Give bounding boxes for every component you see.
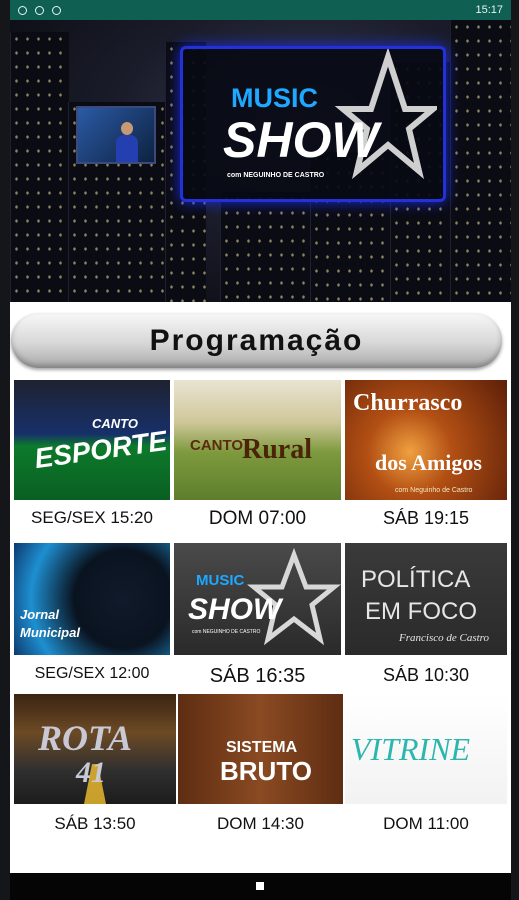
thumb-text: 41 [75, 756, 106, 789]
program-card[interactable]: CANTO Rural DOM 07:00 [174, 380, 341, 532]
thumb-text: SISTEMA [226, 739, 298, 756]
logo-credit-text: com NEGUINHO DE CASTRO [227, 172, 325, 179]
program-card[interactable]: POLÍTICA EM FOCO Francisco de Castro SÁB… [345, 543, 507, 693]
program-card[interactable]: VITRINE DOM 11:00 [345, 694, 507, 840]
program-time: SEG/SEX 15:20 [31, 508, 153, 527]
thumb-text: VITRINE [351, 731, 471, 767]
thumb-text: Municipal [20, 625, 80, 640]
thumb-text: Churrasco [353, 390, 462, 416]
thumb-text: com NEGUINHO DE CASTRO [192, 629, 260, 635]
program-thumbnail: MUSIC SHOW com NEGUINHO DE CASTRO [174, 543, 341, 655]
thumb-text: Francisco de Castro [398, 632, 490, 644]
thumb-text: com Neguinho de Castro [395, 487, 473, 494]
thumb-text: ESPORTE [32, 425, 170, 474]
program-card[interactable]: ROTA 41 SÁB 13:50 [14, 694, 176, 840]
program-card[interactable]: MUSIC SHOW com NEGUINHO DE CASTRO SÁB 16… [174, 543, 341, 693]
programacao-title: Programação [149, 323, 364, 357]
programacao-header[interactable]: Programação [11, 313, 502, 368]
presenter-figure [116, 122, 138, 162]
thumb-text: CANTO [190, 437, 243, 454]
program-time: DOM 14:30 [217, 814, 304, 833]
navigation-bar [10, 873, 511, 900]
presenter-video[interactable] [76, 106, 156, 164]
logo-show-text: SHOW [223, 112, 382, 168]
home-button[interactable] [256, 882, 264, 890]
program-card[interactable]: CANTO ESPORTE SEG/SEX 15:20 [14, 380, 170, 532]
program-thumbnail: SISTEMA BRUTO [178, 694, 343, 804]
program-thumbnail: Churrasco dos Amigos com Neguinho de Cas… [345, 380, 507, 500]
program-card[interactable]: Churrasco dos Amigos com Neguinho de Cas… [345, 380, 507, 532]
status-time: 15:17 [475, 4, 503, 16]
notification-icon [18, 5, 27, 15]
program-thumbnail: CANTO Rural [174, 380, 341, 500]
music-show-logo: MUSIC SHOW com NEGUINHO DE CASTRO [180, 46, 446, 202]
logo-music-text: MUSIC [231, 83, 318, 113]
thumb-text: SHOW [188, 593, 284, 626]
thumb-text: BRUTO [220, 756, 312, 786]
program-time: DOM 07:00 [208, 508, 307, 529]
notification-icon [52, 5, 61, 15]
program-thumbnail: VITRINE [345, 694, 507, 804]
program-time: SÁB 13:50 [54, 814, 136, 833]
program-thumbnail: CANTO ESPORTE [14, 380, 170, 500]
thumb-text: MUSIC [196, 572, 245, 589]
program-thumbnail: Jornal Municipal [14, 543, 170, 655]
program-card[interactable]: Jornal Municipal SEG/SEX 12:00 [14, 543, 170, 693]
program-time: SÁB 16:35 [209, 665, 306, 687]
notification-icon [35, 5, 44, 15]
thumb-text: dos Amigos [375, 450, 482, 475]
status-bar: 15:17 [10, 0, 511, 20]
program-time: SÁB 19:15 [382, 508, 470, 528]
program-thumbnail: ROTA 41 [14, 694, 176, 804]
thumb-text: ROTA [37, 718, 132, 758]
thumb-text: POLÍTICA [361, 566, 470, 593]
program-time: SEG/SEX 12:00 [34, 665, 150, 682]
program-time: DOM 11:00 [383, 814, 469, 833]
thumb-text: Jornal [20, 607, 59, 622]
thumb-text: EM FOCO [365, 598, 477, 625]
hero-banner: MUSIC SHOW com NEGUINHO DE CASTRO [10, 20, 511, 302]
program-time: SÁB 10:30 [382, 665, 470, 685]
program-card[interactable]: SISTEMA BRUTO DOM 14:30 [178, 694, 343, 840]
app-screen: 15:17 MUSIC SHOW com NEGUINHO DE CASTRO … [10, 0, 511, 900]
program-thumbnail: POLÍTICA EM FOCO Francisco de Castro [345, 543, 507, 655]
thumb-text: Rural [242, 434, 312, 465]
